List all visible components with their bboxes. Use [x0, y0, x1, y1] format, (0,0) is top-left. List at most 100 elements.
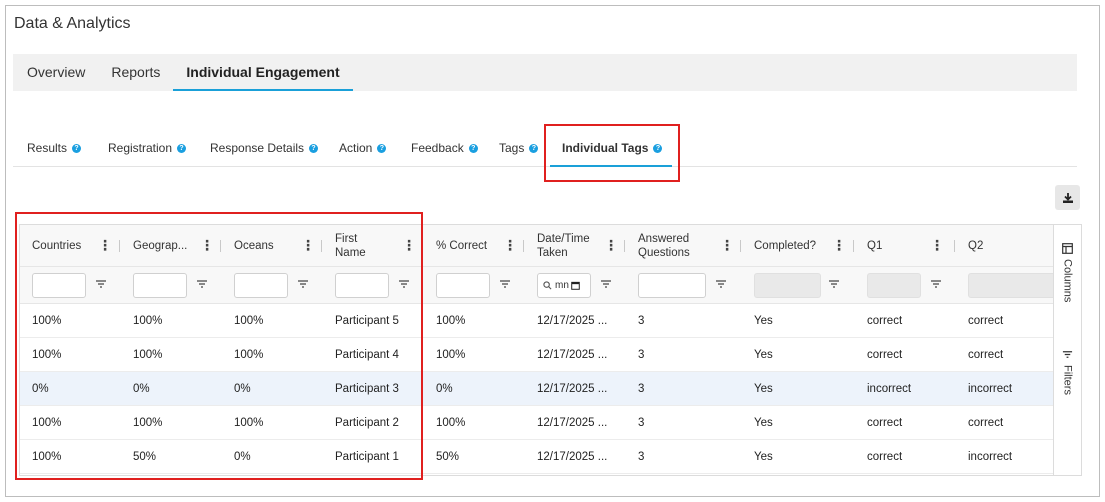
cell-geography[interactable]: 100%: [133, 304, 162, 338]
table-row[interactable]: 100% 50% 0% Participant 1 50% 12/17/2025 ... 3…: [20, 440, 1053, 474]
help-icon[interactable]: ?: [377, 143, 387, 153]
cell-completed[interactable]: Yes: [754, 304, 773, 338]
calendar-icon[interactable]: [571, 281, 580, 290]
cell-first-name[interactable]: Participant 1: [335, 440, 399, 474]
column-separator[interactable]: [220, 240, 221, 252]
column-header-answered-questions[interactable]: Answered Questions: [638, 225, 708, 267]
column-menu-icon[interactable]: ⋮: [402, 238, 416, 252]
column-separator[interactable]: [321, 240, 322, 252]
filter-input-countries[interactable]: [32, 273, 86, 298]
cell-geography[interactable]: 0%: [133, 372, 150, 406]
column-menu-icon[interactable]: ⋮: [503, 238, 517, 252]
cell-percent-correct[interactable]: 0%: [436, 372, 453, 406]
cell-q1[interactable]: correct: [867, 440, 902, 474]
column-menu-icon[interactable]: ⋮: [604, 238, 618, 252]
column-separator[interactable]: [119, 240, 120, 252]
subtab-individual-tags[interactable]: Individual Tags ?: [549, 130, 673, 167]
cell-date-time-taken[interactable]: 12/17/2025 ...: [537, 440, 607, 474]
help-icon[interactable]: ?: [309, 143, 319, 153]
help-icon[interactable]: ?: [529, 143, 539, 153]
cell-countries[interactable]: 100%: [32, 304, 61, 338]
cell-q2[interactable]: incorrect: [968, 440, 1012, 474]
filter-icon[interactable]: [499, 278, 511, 290]
help-icon[interactable]: ?: [653, 143, 663, 153]
cell-oceans[interactable]: 0%: [234, 440, 251, 474]
column-header-countries[interactable]: Countries: [32, 225, 81, 267]
cell-percent-correct[interactable]: 100%: [436, 406, 465, 440]
subtab-action[interactable]: Action ?: [339, 130, 387, 166]
cell-q2[interactable]: correct: [968, 406, 1003, 440]
filter-input-percent-correct[interactable]: [436, 273, 490, 298]
subtab-feedback[interactable]: Feedback ?: [411, 130, 478, 166]
cell-date-time-taken[interactable]: 12/17/2025 ...: [537, 304, 607, 338]
cell-first-name[interactable]: Participant 4: [335, 338, 399, 372]
cell-completed[interactable]: Yes: [754, 406, 773, 440]
subtab-registration[interactable]: Registration ?: [108, 130, 187, 166]
cell-answered-questions[interactable]: 3: [638, 338, 644, 372]
column-header-percent-correct[interactable]: % Correct: [436, 225, 487, 267]
table-row[interactable]: 0% 0% 0% Participant 3 0% 12/17/2025 ... 3 Yes i…: [20, 372, 1053, 406]
cell-answered-questions[interactable]: 3: [638, 304, 644, 338]
column-menu-icon[interactable]: ⋮: [930, 238, 944, 252]
cell-oceans[interactable]: 0%: [234, 372, 251, 406]
table-row[interactable]: 100% 100% 100% Participant 2 100% 12/17/2025 …: [20, 406, 1053, 440]
cell-first-name[interactable]: Participant 3: [335, 372, 399, 406]
column-separator[interactable]: [422, 240, 423, 252]
subtab-response-details[interactable]: Response Details ?: [210, 130, 319, 166]
filter-icon[interactable]: [600, 278, 612, 290]
cell-oceans[interactable]: 100%: [234, 338, 263, 372]
filter-icon[interactable]: [297, 278, 309, 290]
column-separator[interactable]: [853, 240, 854, 252]
tab-overview[interactable]: Overview: [13, 54, 98, 91]
column-menu-icon[interactable]: ⋮: [200, 238, 214, 252]
cell-q1[interactable]: correct: [867, 406, 902, 440]
column-menu-icon[interactable]: ⋮: [98, 238, 112, 252]
filter-icon[interactable]: [828, 278, 840, 290]
cell-oceans[interactable]: 100%: [234, 406, 263, 440]
filter-input-oceans[interactable]: [234, 273, 288, 298]
filter-input-q2[interactable]: [968, 273, 1053, 298]
table-row[interactable]: 100% 100% 100% Participant 5 100% 12/17/2025 …: [20, 304, 1053, 338]
subtab-results[interactable]: Results ?: [27, 130, 82, 166]
cell-countries[interactable]: 100%: [32, 406, 61, 440]
tab-reports[interactable]: Reports: [98, 54, 173, 91]
filter-input-answered-questions[interactable]: [638, 273, 706, 298]
cell-completed[interactable]: Yes: [754, 338, 773, 372]
cell-q2[interactable]: incorrect: [968, 372, 1012, 406]
filter-input-first-name[interactable]: [335, 273, 389, 298]
filter-icon[interactable]: [930, 278, 942, 290]
cell-date-time-taken[interactable]: 12/17/2025 ...: [537, 338, 607, 372]
cell-q2[interactable]: correct: [968, 304, 1003, 338]
cell-first-name[interactable]: Participant 5: [335, 304, 399, 338]
filter-icon[interactable]: [196, 278, 208, 290]
filter-input-completed[interactable]: [754, 273, 821, 298]
columns-panel-button[interactable]: Columns: [1054, 243, 1081, 302]
help-icon[interactable]: ?: [177, 143, 187, 153]
filter-icon[interactable]: [715, 278, 727, 290]
column-header-first-name[interactable]: First Name: [335, 225, 385, 267]
column-header-q2[interactable]: Q2: [968, 225, 983, 267]
column-menu-icon[interactable]: ⋮: [832, 238, 846, 252]
subtab-tags[interactable]: Tags ?: [499, 130, 539, 166]
column-separator[interactable]: [523, 240, 524, 252]
cell-q1[interactable]: correct: [867, 304, 902, 338]
cell-completed[interactable]: Yes: [754, 372, 773, 406]
cell-answered-questions[interactable]: 3: [638, 440, 644, 474]
filter-icon[interactable]: [398, 278, 410, 290]
cell-first-name[interactable]: Participant 2: [335, 406, 399, 440]
column-header-completed[interactable]: Completed?: [754, 225, 816, 267]
column-separator[interactable]: [624, 240, 625, 252]
cell-q1[interactable]: incorrect: [867, 372, 911, 406]
cell-percent-correct[interactable]: 100%: [436, 304, 465, 338]
filters-panel-button[interactable]: Filters: [1054, 349, 1081, 395]
column-header-q1[interactable]: Q1: [867, 225, 882, 267]
cell-date-time-taken[interactable]: 12/17/2025 ...: [537, 372, 607, 406]
help-icon[interactable]: ?: [72, 143, 82, 153]
download-button[interactable]: [1055, 185, 1080, 210]
filter-input-geography[interactable]: [133, 273, 187, 298]
cell-completed[interactable]: Yes: [754, 440, 773, 474]
column-menu-icon[interactable]: ⋮: [720, 238, 734, 252]
cell-answered-questions[interactable]: 3: [638, 372, 644, 406]
tab-individual-engagement[interactable]: Individual Engagement: [173, 54, 353, 91]
cell-percent-correct[interactable]: 100%: [436, 338, 465, 372]
